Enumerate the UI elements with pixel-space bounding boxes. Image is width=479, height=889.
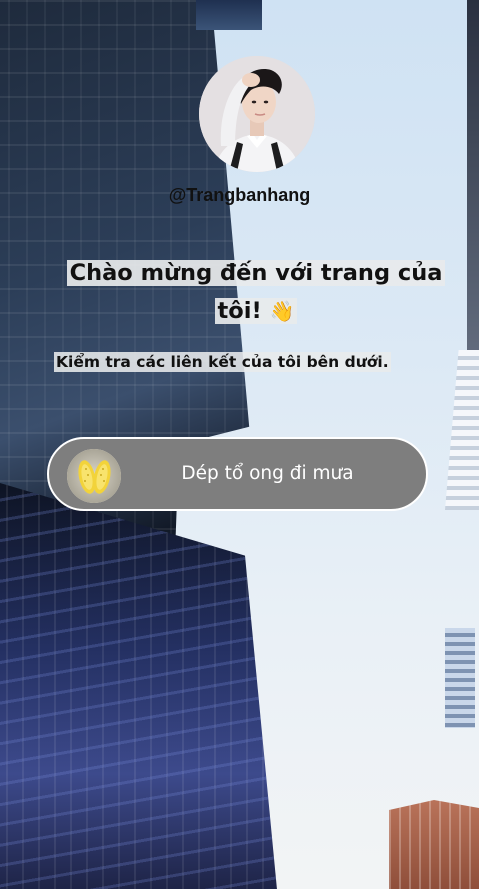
- page-subtitle: Kiểm tra các liên kết của tôi bên dưới.: [54, 352, 391, 372]
- waving-hand-icon: 👋: [269, 299, 295, 323]
- background-building-mid-right: [445, 350, 479, 510]
- background-building-right: [445, 628, 475, 728]
- username: @Trangbanhang: [168, 185, 311, 205]
- page-title-text: Chào mừng đến với trang của tôi!: [69, 260, 443, 324]
- link-page: @Trangbanhang Chào mừng đến với trang củ…: [0, 0, 479, 889]
- page-title: Chào mừng đến với trang của tôi! 👋: [60, 254, 452, 330]
- profile-photo: [199, 56, 315, 172]
- avatar: [199, 56, 315, 172]
- background-building-lower-left: [0, 480, 278, 889]
- link-label: Dép tổ ong đi mưa: [181, 463, 354, 484]
- background-building-bottom-right: [389, 800, 479, 889]
- link-button-dep-to-ong[interactable]: Dép tổ ong đi mưa: [47, 437, 428, 511]
- background-building-top: [196, 0, 262, 30]
